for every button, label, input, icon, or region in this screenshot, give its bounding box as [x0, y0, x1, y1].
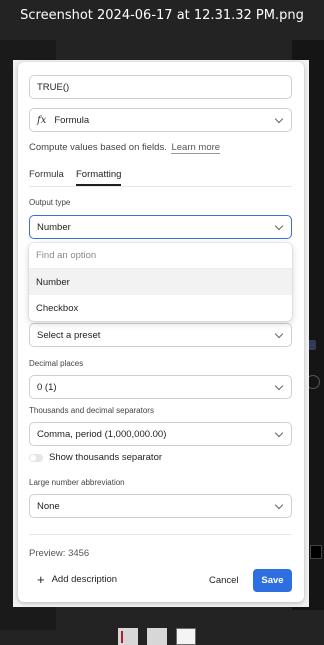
decimal-places-select[interactable]: 0 (1)	[29, 375, 292, 399]
output-type-select[interactable]: Number	[29, 215, 292, 239]
decimal-places-label: Decimal places	[29, 359, 84, 368]
decimal-places-value: 0 (1)	[37, 381, 57, 393]
tab-formula[interactable]: Formula	[29, 169, 64, 184]
chevron-down-icon	[274, 329, 284, 338]
plus-icon: +	[37, 571, 45, 587]
add-description-label: Add description	[51, 574, 118, 585]
separators-value: Comma, period (1,000,000.00)	[37, 428, 167, 440]
description-text: Compute values based on fields.	[29, 142, 167, 153]
save-button[interactable]: Save	[253, 569, 292, 592]
cancel-button[interactable]: Cancel	[202, 569, 246, 591]
preview-text: Preview: 3456	[29, 548, 90, 559]
thumbnail[interactable]	[118, 628, 138, 645]
show-thousands-toggle[interactable]	[29, 453, 43, 462]
chevron-down-icon	[274, 221, 284, 230]
show-thousands-label: Show thousands separator	[49, 452, 163, 463]
chevron-down-icon	[274, 114, 284, 123]
separators-select[interactable]: Comma, period (1,000,000.00)	[29, 422, 292, 446]
field-name-value: TRUE()	[37, 81, 70, 93]
learn-more-link[interactable]: Learn more	[171, 142, 221, 154]
window-title: Screenshot 2024-06-17 at 12.31.32 PM.png	[20, 8, 304, 23]
abbreviation-select[interactable]: None	[29, 494, 292, 518]
output-type-label: Output type	[29, 198, 71, 207]
footer-divider	[29, 534, 292, 535]
separators-label: Thousands and decimal separators	[29, 406, 154, 415]
background-box	[310, 545, 322, 559]
chevron-down-icon	[274, 428, 284, 437]
chevron-down-icon	[274, 381, 284, 390]
tab-formatting[interactable]: Formatting	[76, 169, 122, 186]
formula-fx-icon: fx	[37, 114, 47, 126]
field-type-label: Formula	[54, 114, 90, 126]
config-tabs: Formula Formatting	[29, 169, 292, 187]
output-type-value: Number	[37, 221, 71, 233]
preset-value: Select a preset	[37, 329, 101, 341]
output-type-dropdown: Find an option Number Checkbox	[29, 243, 292, 321]
preset-select[interactable]: Select a preset	[29, 323, 292, 347]
field-type-select[interactable]: fx Formula	[29, 108, 292, 132]
option-number[interactable]: Number	[29, 269, 292, 295]
thumbnail[interactable]	[147, 628, 167, 645]
thumbnail-strip	[118, 628, 205, 645]
thumbnail-selected[interactable]	[176, 628, 196, 645]
field-name-input[interactable]: TRUE()	[29, 75, 292, 99]
add-description-button[interactable]: + Add description	[37, 571, 118, 587]
abbreviation-label: Large number abbreviation	[29, 478, 125, 487]
option-search-input[interactable]: Find an option	[29, 243, 292, 269]
background-badge	[308, 340, 316, 350]
abbreviation-value: None	[37, 500, 60, 512]
show-thousands-row: Show thousands separator	[29, 452, 162, 463]
option-checkbox[interactable]: Checkbox	[29, 295, 292, 321]
chevron-down-icon	[274, 500, 284, 509]
field-type-description: Compute values based on fields. Learn mo…	[29, 142, 221, 154]
